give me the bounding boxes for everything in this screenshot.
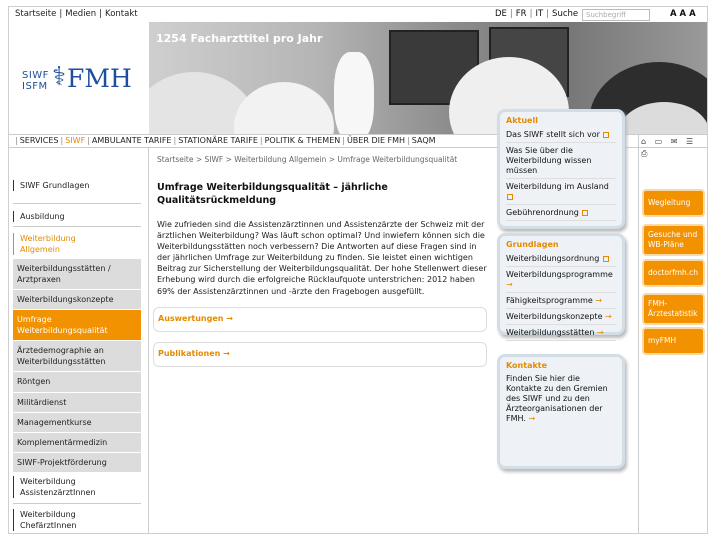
lang-fr[interactable]: FR: [516, 9, 527, 19]
grundlagen-link-weiterbildungsprogramme[interactable]: Weiterbildungsprogramme →: [506, 269, 616, 293]
kontakte-title: Kontakte: [506, 361, 548, 370]
sidebar-sub-managementkurse[interactable]: Managementkurse: [13, 413, 141, 433]
breadcrumb[interactable]: Startseite > SIWF > Weiterbildung Allgem…: [157, 155, 457, 164]
arrow-right-icon: →: [528, 414, 536, 423]
grundlagen-box: Grundlagen Weiterbildungsordnung Weiterb…: [497, 233, 625, 341]
link-startseite[interactable]: Startseite: [15, 9, 56, 19]
hero-title: 1254 Facharzttitel pro Jahr: [156, 32, 323, 45]
grundlagen-title: Grundlagen: [506, 240, 559, 249]
body-text: Wie zufrieden sind die Assistenzärztinne…: [157, 220, 487, 296]
aesculapius-icon: ⚕: [52, 62, 67, 92]
arrow-right-icon: →: [595, 296, 603, 305]
nav-saqm[interactable]: SAQM: [412, 136, 436, 145]
sidebar-sub-weiterbildungskonzepte[interactable]: Weiterbildungskonzepte: [13, 290, 141, 310]
logo-fmh-text: FMH: [67, 64, 132, 93]
sidebar-item-siwf-grundlagen[interactable]: SIWF Grundlagen: [13, 180, 141, 191]
language-links: DE | FR | IT | Suche: [495, 9, 579, 19]
search-label: Suche: [552, 9, 579, 19]
nav-ueber-die-fmh[interactable]: ÜBER DIE FMH: [347, 136, 405, 145]
button-fmh-aerztestatistik[interactable]: FMH-Ärztestatistik: [642, 293, 705, 325]
link-kontakt[interactable]: Kontakt: [105, 9, 138, 19]
sidebar-item-weiterbildung-chef[interactable]: Weiterbildung ChefärztInnen: [13, 509, 103, 531]
nav-items: | SERVICES | SIWF | AMBULANTE TARIFE | STATIONÄ…: [15, 136, 436, 145]
logo-siwf-text: SIWF ISFM: [22, 70, 49, 92]
pdf-icon: [507, 193, 513, 200]
publikationen-box[interactable]: Publikationen →: [153, 342, 487, 367]
sidebar-item-weiterbildung-allgemein[interactable]: Weiterbildung Allgemein: [13, 233, 83, 255]
aktuell-link-siwf-stellt-sich-vor[interactable]: Das SIWF stellt sich vor: [506, 129, 616, 143]
top-links: Startseite | Medien | Kontakt: [15, 9, 138, 19]
nav-politik-themen[interactable]: POLITIK & THEMEN: [265, 136, 341, 145]
font-size-switcher[interactable]: A A A: [670, 7, 696, 22]
search-input[interactable]: Suchbegriff: [582, 9, 650, 21]
arrow-right-icon: →: [226, 314, 233, 323]
pdf-icon: [602, 255, 609, 262]
link-medien[interactable]: Medien: [65, 9, 96, 19]
sidebar-sub-roentgen[interactable]: Röntgen: [13, 372, 141, 393]
sidebar-sub-militaerdienst[interactable]: Militärdienst: [13, 393, 141, 413]
logo[interactable]: SIWF ISFM ⚕ FMH: [9, 22, 149, 134]
nav-services[interactable]: SERVICES: [20, 136, 59, 145]
arrow-right-icon: →: [596, 328, 604, 337]
grundlagen-link-weiterbildungsstaetten[interactable]: Weiterbildungsstätten →: [506, 327, 616, 341]
button-wegleitung[interactable]: Wegleitung: [642, 189, 705, 217]
auswertungen-box[interactable]: Auswertungen →: [153, 307, 487, 332]
kontakte-box: Kontakte Finden Sie hier die Kontakte zu…: [497, 354, 625, 469]
sidebar-sub-komplementaermedizin[interactable]: Komplementärmedizin: [13, 433, 141, 453]
grundlagen-link-weiterbildungsordnung[interactable]: Weiterbildungsordnung: [506, 253, 616, 267]
lang-de[interactable]: DE: [495, 9, 507, 19]
sidebar-item-weiterbildung-assistenz[interactable]: Weiterbildung AssistenzärztInnen: [13, 476, 103, 498]
arrow-right-icon: →: [605, 312, 612, 321]
grundlagen-link-faehigkeitsprogramme[interactable]: Fähigkeitsprogramme →: [506, 295, 616, 309]
button-myfmh[interactable]: myFMH: [642, 327, 705, 355]
aktuell-link-was-sie-wissen[interactable]: Was Sie über die Weiterbildung wissen mü…: [506, 145, 616, 179]
arrow-right-icon: →: [223, 349, 230, 358]
nav-ambulante-tarife[interactable]: AMBULANTE TARIFE: [92, 136, 172, 145]
pdf-icon: [603, 131, 610, 138]
page: Startseite | Medien | Kontakt DE | FR | IT | Suche…: [8, 6, 708, 534]
sidebar-sub-aerztedemographie[interactable]: Ärztedemographie an Weiterbildungsstätte…: [13, 341, 141, 372]
page-title: Umfrage Weiterbildungsqualität – jährlic…: [157, 182, 388, 206]
nav-siwf[interactable]: SIWF: [65, 136, 85, 145]
button-gesuche-wb-plaene[interactable]: Gesuche und WB-Pläne: [642, 224, 705, 256]
aktuell-box: Aktuell Das SIWF stellt sich vor Was Sie…: [497, 109, 625, 229]
top-bar: Startseite | Medien | Kontakt DE | FR | IT | Suche…: [9, 7, 707, 22]
publikationen-link[interactable]: Publikationen: [158, 349, 220, 358]
button-doctorfmh[interactable]: doctorfmh.ch: [642, 259, 705, 287]
kontakte-link[interactable]: Finden Sie hier die Kontakte zu den Grem…: [506, 374, 616, 424]
sidebar-sub-umfrage[interactable]: Umfrage Weiterbildungsqualität: [13, 310, 141, 341]
nav-stationaere-tarife[interactable]: STATIONÄRE TARIFE: [178, 136, 258, 145]
arrow-right-icon: →: [506, 280, 513, 289]
sidebar-sub-projektfoerderung[interactable]: SIWF-Projektförderung: [13, 453, 141, 473]
aktuell-title: Aktuell: [506, 116, 538, 125]
aktuell-link-ausland[interactable]: Weiterbildung im Ausland: [506, 181, 616, 205]
pdf-icon: [582, 209, 589, 216]
sidebar-sub-weiterbildungsstaetten[interactable]: Weiterbildungsstätten / Arztpraxen: [13, 259, 141, 290]
auswertungen-link[interactable]: Auswertungen: [158, 314, 223, 323]
grundlagen-link-weiterbildungskonzepte[interactable]: Weiterbildungskonzepte →: [506, 311, 616, 325]
aktuell-link-gebuehrenordnung[interactable]: Gebührenordnung: [506, 207, 616, 221]
sidebar-item-ausbildung[interactable]: Ausbildung: [13, 211, 141, 222]
